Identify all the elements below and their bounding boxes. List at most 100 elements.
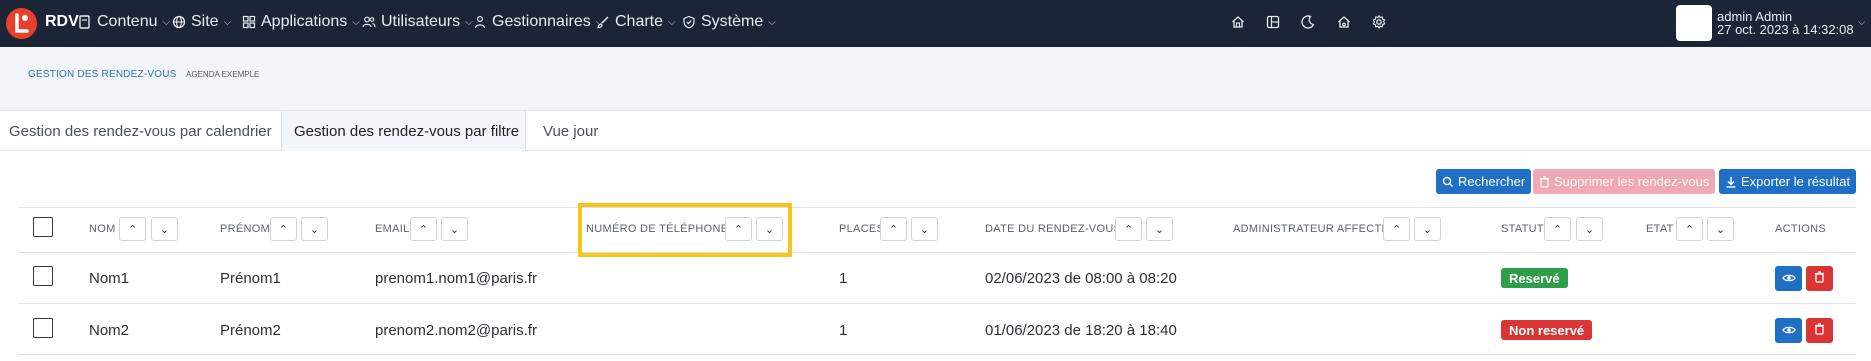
chevron-up-icon: ⌃	[1552, 223, 1563, 236]
avatar[interactable]	[1676, 5, 1712, 41]
users-icon	[362, 15, 376, 29]
chevron-down-icon: ⌄	[449, 223, 460, 236]
eye-icon	[1781, 322, 1796, 340]
chevron-down-icon: ⌄	[1422, 223, 1433, 236]
grid-icon	[242, 15, 256, 29]
chevron-down-icon[interactable]: ⌵	[1858, 17, 1866, 28]
sort-asc-statut[interactable]: ⌃	[1544, 217, 1571, 241]
sort-asc-nom[interactable]: ⌃	[119, 217, 146, 241]
globe-icon	[172, 15, 186, 29]
sort-asc-date[interactable]: ⌃	[1115, 217, 1142, 241]
delete-row-button[interactable]	[1806, 318, 1833, 343]
export-button[interactable]: Exporter le résultat	[1719, 169, 1857, 194]
home-gear-icon[interactable]	[1336, 14, 1352, 30]
sort-asc-etat[interactable]: ⌃	[1676, 217, 1703, 241]
chevron-down-icon: ⌄	[1715, 223, 1726, 236]
cell-nom: Nom2	[89, 322, 130, 339]
chevron-down-icon: ⌄	[1154, 223, 1165, 236]
page-header	[0, 47, 1871, 111]
brush-icon	[596, 15, 610, 29]
chevron-up-icon: ⌃	[127, 223, 138, 236]
user-datetime: 27 oct. 2023 à 14:32:08	[1717, 22, 1854, 37]
menu-site[interactable]: Site ⌵	[172, 13, 231, 31]
chevron-down-icon: ⌵	[162, 16, 171, 28]
cell-date: 02/06/2023 de 08:00 à 08:20	[985, 270, 1177, 287]
sort-asc-places[interactable]: ⌃	[880, 217, 907, 241]
delete-row-button[interactable]	[1806, 266, 1833, 291]
tab-filtre[interactable]: Gestion des rendez-vous par filtre	[281, 111, 526, 151]
layout-icon[interactable]	[1265, 14, 1281, 30]
column-header-etat: ETAT	[1646, 223, 1674, 235]
menu-label: Site	[191, 13, 219, 30]
row-checkbox[interactable]	[33, 266, 53, 286]
menu-label: Contenu	[97, 13, 158, 30]
sort-asc-email[interactable]: ⌃	[410, 217, 437, 241]
trash-icon	[1814, 322, 1825, 340]
menu-label: Charte	[615, 13, 664, 30]
search-icon	[1442, 176, 1454, 188]
menu-charte[interactable]: Charte ⌵	[596, 13, 676, 31]
cell-prenom: Prénom2	[220, 322, 281, 339]
status-badge: Reservé	[1501, 268, 1568, 288]
search-button[interactable]: Rechercher	[1436, 169, 1532, 194]
sort-asc-prenom[interactable]: ⌃	[270, 217, 297, 241]
cell-places: 1	[839, 322, 848, 339]
download-icon	[1725, 176, 1737, 188]
chevron-up-icon: ⌃	[888, 223, 899, 236]
chevron-down-icon: ⌵	[465, 16, 473, 28]
row-checkbox[interactable]	[33, 318, 53, 338]
chevron-down-icon: ⌄	[309, 223, 320, 236]
sort-desc-admin[interactable]: ⌄	[1414, 217, 1441, 241]
cell-prenom: Prénom1	[220, 270, 281, 287]
delete-button-label: Supprimer les rendez-vous	[1554, 174, 1710, 189]
moon-icon[interactable]	[1300, 14, 1316, 30]
cell-date: 01/06/2023 de 18:20 à 18:40	[985, 322, 1177, 339]
breadcrumb-title[interactable]: GESTION DES RENDEZ-VOUS	[28, 69, 177, 80]
sort-asc-admin[interactable]: ⌃	[1383, 217, 1410, 241]
content-icon	[78, 15, 92, 29]
menu-systeme[interactable]: Système ⌵	[682, 13, 776, 31]
table-row	[19, 253, 1856, 304]
chevron-up-icon: ⌃	[1684, 223, 1695, 236]
lutece-logo[interactable]	[6, 8, 37, 39]
cell-nom: Nom1	[89, 270, 130, 287]
home-icon[interactable]	[1230, 14, 1246, 30]
column-header-date: DATE DU RENDEZ-VOUS	[985, 223, 1122, 235]
managers-icon	[473, 15, 487, 29]
sort-desc-prenom[interactable]: ⌄	[301, 217, 328, 241]
tab-vue-jour[interactable]: Vue jour	[543, 111, 613, 151]
chevron-down-icon: ⌵	[223, 16, 232, 28]
eye-icon	[1781, 270, 1796, 288]
menu-utilisateurs[interactable]: Utilisateurs ⌵	[362, 13, 473, 31]
column-header-actions: ACTIONS	[1775, 223, 1826, 235]
sort-desc-statut[interactable]: ⌄	[1576, 217, 1603, 241]
sort-desc-email[interactable]: ⌄	[441, 217, 468, 241]
chevron-down-icon: ⌵	[768, 16, 776, 28]
status-badge: Non reservé	[1501, 320, 1593, 340]
tab-calendrier[interactable]: Gestion des rendez-vous par calendrier	[9, 111, 281, 151]
view-button[interactable]	[1775, 318, 1802, 343]
column-header-places: PLACES	[839, 223, 885, 235]
menu-gestionnaires[interactable]: Gestionnaires ⌵	[473, 13, 603, 31]
breadcrumb-subtitle: AGENDA EXEMPLE	[186, 70, 260, 79]
sort-desc-date[interactable]: ⌄	[1146, 217, 1173, 241]
menu-applications[interactable]: Applications ⌵	[242, 13, 360, 31]
gear-icon[interactable]	[1371, 14, 1387, 30]
chevron-down-icon: ⌵	[352, 16, 360, 28]
chevron-down-icon: ⌄	[159, 223, 170, 236]
chevron-down-icon: ⌄	[919, 223, 930, 236]
cell-places: 1	[839, 270, 848, 287]
sort-desc-etat[interactable]: ⌄	[1707, 217, 1734, 241]
chevron-down-icon: ⌵	[668, 16, 676, 28]
view-button[interactable]	[1775, 266, 1802, 291]
chevron-down-icon: ⌄	[1584, 223, 1595, 236]
delete-appointments-button[interactable]: Supprimer les rendez-vous	[1533, 169, 1716, 194]
brand-name[interactable]: RDV	[45, 13, 79, 31]
column-header-statut: STATUT	[1501, 223, 1544, 235]
select-all-checkbox[interactable]	[33, 217, 53, 237]
sort-desc-nom[interactable]: ⌄	[151, 217, 178, 241]
menu-label: Utilisateurs	[381, 13, 461, 30]
sort-desc-places[interactable]: ⌄	[911, 217, 938, 241]
menu-contenu[interactable]: Contenu ⌵	[78, 13, 170, 31]
chevron-up-icon: ⌃	[1391, 223, 1402, 236]
